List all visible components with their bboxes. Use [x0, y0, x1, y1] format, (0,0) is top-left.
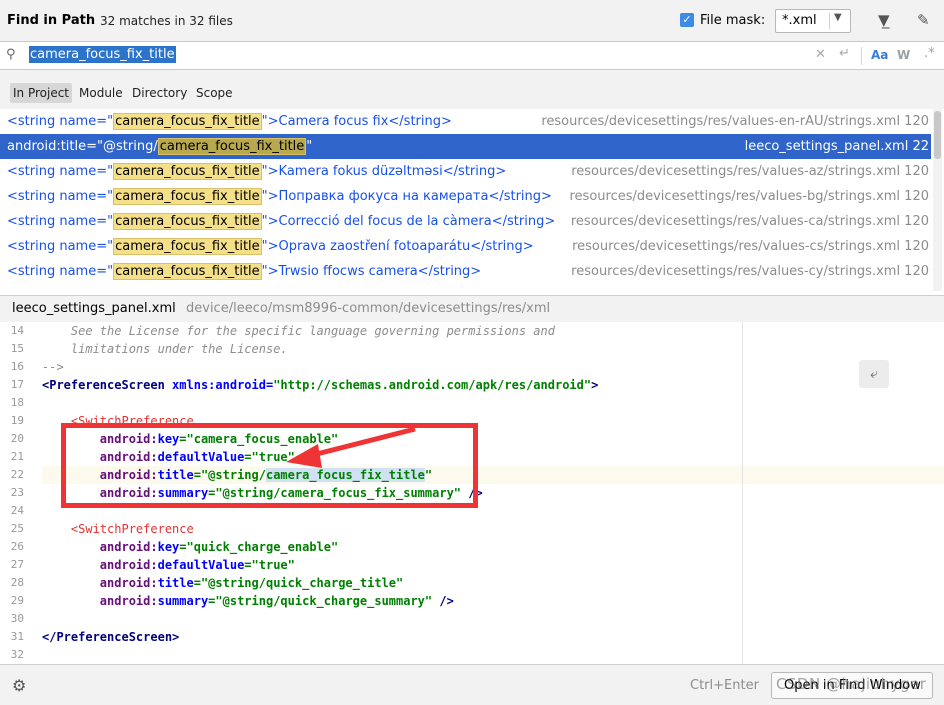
- tab-in-project[interactable]: In Project: [10, 83, 73, 103]
- newline-icon[interactable]: ↵: [839, 46, 850, 61]
- code-line: android:title="@string/quick_charge_titl…: [42, 576, 404, 590]
- match-highlight: camera_focus_fix_title: [113, 213, 262, 230]
- file-mask-select[interactable]: *.xml ▼: [775, 9, 851, 33]
- result-location: resources/devicesettings/res/values-bg/s…: [569, 189, 929, 204]
- tab-module[interactable]: Module: [76, 83, 126, 103]
- line-number: 30: [10, 612, 24, 625]
- pin-icon[interactable]: ✎: [917, 11, 930, 29]
- match-highlight: camera_focus_fix_title: [113, 163, 262, 180]
- code-line: android:defaultValue="true": [42, 558, 295, 572]
- whole-words-icon[interactable]: W: [897, 48, 910, 62]
- line-number: 23: [10, 486, 24, 499]
- result-row[interactable]: <string name=" camera_focus_fix_title ">Co…: [0, 209, 931, 234]
- result-location: resources/devicesettings/res/values-en-r…: [541, 114, 929, 129]
- result-location: leeco_settings_panel.xml 22: [744, 139, 929, 154]
- line-number: 28: [10, 576, 24, 589]
- code-line: android:summary="@string/quick_charge_su…: [42, 594, 454, 608]
- regex-icon[interactable]: .*: [924, 46, 935, 61]
- line-number: 27: [10, 558, 24, 571]
- preview-header: leeco_settings_panel.xml device/leeco/ms…: [0, 295, 944, 322]
- file-mask-checkbox[interactable]: ✓: [680, 13, 694, 27]
- result-row[interactable]: <string name=" camera_focus_fix_title ">Op…: [0, 234, 931, 259]
- result-row[interactable]: <string name=" camera_focus_fix_title ">Tr…: [0, 259, 931, 284]
- preview-file-path: device/leeco/msm8996-common/devicesettin…: [186, 301, 551, 316]
- match-highlight: camera_focus_fix_title: [157, 138, 307, 155]
- line-gutter: 14 15 16 17 18 19 20 21 22 23 24 25 26 2…: [0, 322, 42, 664]
- match-case-icon[interactable]: Aa: [871, 48, 888, 62]
- result-row[interactable]: <string name=" camera_focus_fix_title ">Ka…: [0, 159, 931, 184]
- scope-tabs: In Project Module Directory Scope: [0, 71, 944, 109]
- match-highlight: camera_focus_fix_title: [113, 263, 262, 280]
- code-line: <SwitchPreference: [42, 522, 194, 536]
- result-location: resources/devicesettings/res/values-ca/s…: [570, 214, 929, 229]
- code-line: </PreferenceScreen>: [42, 630, 180, 644]
- match-highlight: camera_focus_fix_title: [113, 113, 262, 130]
- line-number: 15: [10, 342, 24, 355]
- line-number: 31: [10, 630, 24, 643]
- preview-file-name: leeco_settings_panel.xml: [12, 301, 176, 316]
- code-line: -->: [42, 360, 64, 374]
- result-location: resources/devicesettings/res/values-cs/s…: [572, 239, 929, 254]
- line-number: 18: [10, 396, 24, 409]
- gear-icon[interactable]: ⚙: [12, 676, 26, 695]
- line-number: 24: [10, 504, 24, 517]
- tab-scope[interactable]: Scope: [193, 83, 236, 103]
- annotation-box: [61, 423, 478, 508]
- code-line: <PreferenceScreen xmlns:android="http://…: [42, 378, 599, 392]
- code-line: limitations under the License.: [42, 342, 288, 356]
- results-list: <string name=" camera_focus_fix_title ">Ca…: [0, 109, 944, 295]
- code-line: See the License for the specific languag…: [42, 324, 555, 338]
- match-count: 32 matches in 32 files: [100, 14, 233, 28]
- file-mask-label: File mask:: [700, 13, 766, 28]
- search-icon[interactable]: ⚲: [6, 47, 16, 62]
- match-highlight: camera_focus_fix_title: [113, 188, 262, 205]
- results-scrollbar-thumb[interactable]: [934, 111, 941, 159]
- line-number: 17: [10, 378, 24, 391]
- result-row[interactable]: <string name=" camera_focus_fix_title ">Ca…: [0, 109, 931, 134]
- line-number: 19: [10, 414, 24, 427]
- result-location: resources/devicesettings/res/values-cy/s…: [571, 264, 929, 279]
- right-margin-guide: [742, 322, 743, 664]
- filter-icon[interactable]: ▼̲: [878, 11, 890, 29]
- dialog-header: Find in Path 32 matches in 32 files ✓ Fi…: [0, 0, 944, 42]
- watermark: CSDN @hajiuhyger: [776, 675, 927, 693]
- line-number: 29: [10, 594, 24, 607]
- line-number: 14: [10, 324, 24, 337]
- shortcut-hint: Ctrl+Enter: [690, 678, 759, 693]
- clear-icon[interactable]: ✕: [815, 47, 826, 62]
- line-number: 26: [10, 540, 24, 553]
- code-line: android:key="quick_charge_enable": [42, 540, 339, 554]
- search-field[interactable]: ⚲ camera_focus_fix_title ✕ ↵ Aa W .*: [0, 42, 944, 70]
- line-number: 21: [10, 450, 24, 463]
- line-number: 20: [10, 432, 24, 445]
- line-number: 16: [10, 360, 24, 373]
- line-number: 22: [10, 468, 24, 481]
- result-row[interactable]: <string name=" camera_focus_fix_title ">По…: [0, 184, 931, 209]
- result-location: resources/devicesettings/res/values-az/s…: [571, 164, 929, 179]
- match-highlight: camera_focus_fix_title: [113, 238, 262, 255]
- result-row-selected[interactable]: android:title="@string/camera_focus_fix_…: [0, 134, 931, 159]
- soft-wrap-icon[interactable]: ⤶: [859, 360, 889, 388]
- file-mask-value: *.xml: [782, 13, 817, 28]
- tab-directory[interactable]: Directory: [129, 83, 190, 103]
- line-number: 32: [10, 648, 24, 661]
- line-number: 25: [10, 522, 24, 535]
- chevron-down-icon[interactable]: ▼: [834, 12, 842, 23]
- dialog-title: Find in Path: [7, 13, 96, 28]
- search-input[interactable]: camera_focus_fix_title: [29, 46, 176, 63]
